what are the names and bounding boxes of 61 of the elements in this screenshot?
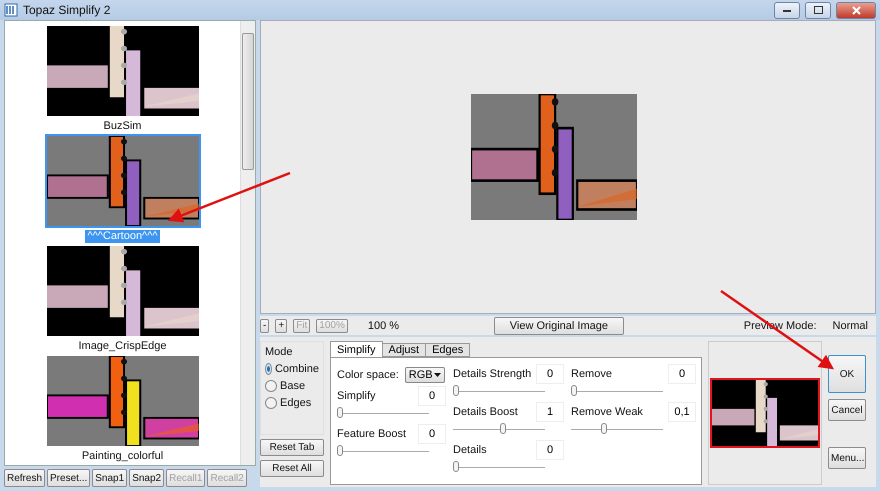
value-field[interactable]: 1	[537, 403, 563, 421]
radio-button[interactable]	[265, 363, 272, 375]
radio-button[interactable]	[265, 380, 277, 392]
slider-thumb[interactable]	[601, 423, 608, 434]
slider-thumb[interactable]	[571, 385, 577, 396]
minimize-button[interactable]	[774, 2, 800, 18]
tab[interactable]: Simplify	[330, 341, 383, 357]
value-field[interactable]: 0	[537, 365, 563, 383]
maximize-button[interactable]	[805, 2, 831, 18]
zoom-level: 100 %	[368, 320, 400, 332]
slider-thumb[interactable]	[500, 423, 506, 434]
slider-label: Details Strength	[453, 368, 532, 380]
slider-label: Remove Weak	[571, 406, 643, 418]
preview-mode-value: Normal	[832, 320, 868, 332]
value-field[interactable]: 0	[669, 365, 695, 383]
value-field[interactable]: 0	[419, 425, 445, 443]
list-button[interactable]: Snap1	[92, 469, 128, 487]
slider-thumb[interactable]	[337, 445, 343, 456]
minimize-icon	[783, 8, 791, 12]
tab[interactable]: Edges	[425, 343, 470, 357]
window-title: Topaz Simplify 2	[23, 3, 112, 17]
radio-label: Base	[280, 380, 306, 392]
preset-name: BuzSim	[102, 120, 142, 133]
close-icon	[852, 6, 860, 14]
dialog-button[interactable]: OK	[828, 355, 866, 393]
slider-label: Simplify	[337, 390, 376, 402]
dialog-button[interactable]: Menu...	[828, 447, 866, 469]
value-field[interactable]: 0,1	[669, 403, 695, 421]
radio-button[interactable]	[265, 397, 277, 409]
dialog-button[interactable]: Cancel	[828, 399, 866, 421]
value-field[interactable]: 0	[419, 387, 445, 405]
radio-label: Edges	[280, 397, 312, 409]
slider-thumb[interactable]	[337, 407, 343, 418]
zoom-button[interactable]: +	[275, 318, 288, 333]
close-button[interactable]	[836, 2, 876, 18]
slider-thumb[interactable]	[453, 461, 459, 472]
zoom-button[interactable]: -	[260, 318, 270, 333]
preset-name: ^^^Cartoon^^^	[85, 230, 160, 243]
slider-label: Details Boost	[453, 406, 518, 418]
preset-name: Image_CrispEdge	[77, 340, 168, 353]
color-space-dropdown[interactable]: RGB	[404, 367, 445, 383]
list-button[interactable]: Refresh	[4, 469, 46, 487]
reset-button[interactable]: Reset Tab	[260, 439, 324, 456]
list-button[interactable]: Snap2	[129, 469, 164, 487]
maximize-icon	[814, 6, 822, 14]
list-button[interactable]: Preset...	[47, 469, 90, 487]
value-field[interactable]: 0	[537, 441, 563, 459]
reset-button[interactable]: Reset All	[260, 460, 324, 477]
tab[interactable]: Adjust	[382, 343, 426, 357]
slider-thumb[interactable]	[453, 385, 459, 396]
mode-title: Mode	[265, 346, 294, 358]
preset-name: Painting_colorful	[80, 450, 164, 463]
slider-label: Feature Boost	[337, 428, 406, 440]
app-icon	[4, 3, 18, 17]
color-space-label: Color space:	[337, 369, 399, 381]
slider-label: Remove	[571, 368, 612, 380]
view-original-button[interactable]: View Original Image	[494, 316, 624, 335]
slider-label: Details	[453, 444, 487, 456]
scrollbar-thumb[interactable]	[242, 33, 254, 170]
caret-icon	[434, 373, 441, 377]
radio-label: Combine	[274, 363, 319, 375]
